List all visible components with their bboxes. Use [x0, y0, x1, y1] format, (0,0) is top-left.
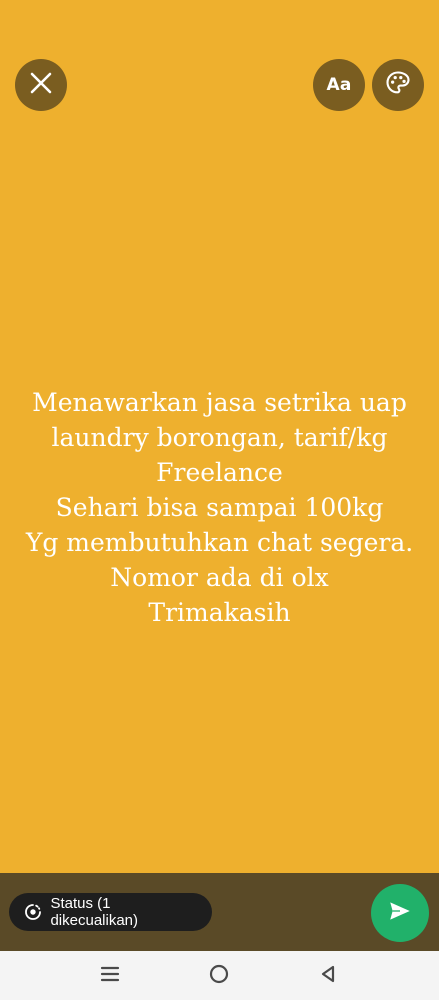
status-text-line: Yg membutuhkan chat segera.	[25, 528, 414, 557]
status-icon	[23, 902, 42, 922]
status-privacy-chip[interactable]: Status (1 dikecualikan)	[9, 893, 212, 931]
status-text-line: Nomor ada di olx	[110, 563, 329, 592]
status-text-line: Trimakasih	[148, 598, 291, 627]
status-text-line: laundry borongan, tarif/kg	[51, 423, 388, 452]
text-style-label: Aa	[326, 75, 352, 95]
status-text[interactable]: Menawarkan jasa setrika uap laundry boro…	[0, 385, 439, 630]
color-palette-button[interactable]	[372, 59, 424, 111]
status-text-line: Menawarkan jasa setrika uap	[32, 388, 407, 417]
back-icon	[319, 964, 337, 988]
palette-icon	[384, 69, 412, 101]
status-chip-label: Status (1 dikecualikan)	[50, 895, 138, 929]
home-button[interactable]	[189, 951, 249, 1000]
recents-button[interactable]	[80, 951, 140, 1000]
close-icon	[29, 71, 53, 99]
back-button[interactable]	[298, 951, 358, 1000]
home-icon	[208, 963, 230, 989]
system-navigation-bar	[0, 951, 439, 1000]
send-icon	[387, 898, 413, 928]
status-text-line: Freelance	[156, 458, 283, 487]
send-button[interactable]	[371, 884, 429, 942]
close-button[interactable]	[15, 59, 67, 111]
status-text-line: Sehari bisa sampai 100kg	[55, 493, 384, 522]
recents-icon	[100, 965, 120, 987]
text-style-button[interactable]: Aa	[313, 59, 365, 111]
